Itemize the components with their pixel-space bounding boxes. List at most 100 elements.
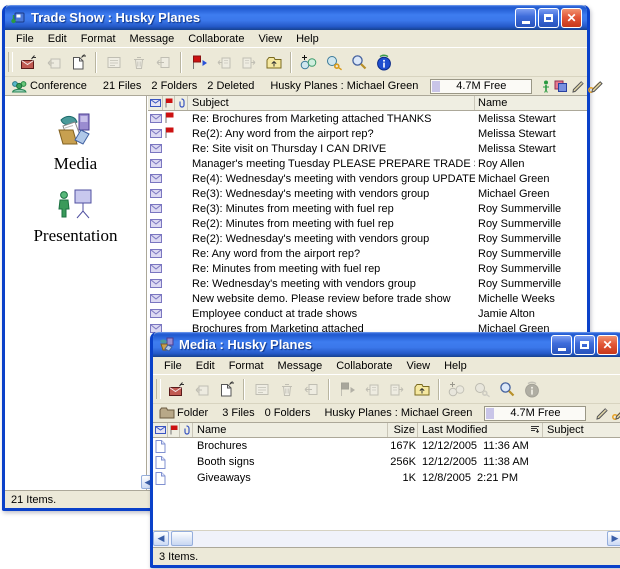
file-row[interactable]: Giveaways 1K 12/8/2005 2:21 PM bbox=[153, 470, 620, 486]
unsend-icon bbox=[299, 377, 324, 401]
flag-icon[interactable] bbox=[186, 50, 211, 74]
maximize-button[interactable] bbox=[538, 8, 559, 28]
member-status-icon[interactable] bbox=[542, 80, 550, 93]
desktop: Trade Show : Husky Planes ✕ File Edit Fo… bbox=[0, 0, 620, 569]
menu-file[interactable]: File bbox=[157, 359, 189, 373]
menu-view[interactable]: View bbox=[251, 32, 289, 46]
flag-column-header[interactable] bbox=[163, 96, 175, 110]
free-space-gauge: 4.7M Free bbox=[484, 406, 586, 421]
up-folder-icon[interactable] bbox=[261, 50, 286, 74]
file-row[interactable]: Booth signs 256K 12/12/2005 11:38 AM bbox=[153, 454, 620, 470]
message-row[interactable]: Re: Brochures from Marketing attached TH… bbox=[148, 111, 587, 126]
scrollbar-track[interactable] bbox=[193, 531, 607, 547]
titlebar[interactable]: Media : Husky Planes ✕ bbox=[153, 332, 620, 357]
toolbar-grip[interactable] bbox=[8, 52, 13, 72]
toolbar-grip[interactable] bbox=[156, 379, 161, 399]
subject-column-header[interactable]: Subject bbox=[543, 423, 620, 437]
item-count-label: 3 Items. bbox=[159, 551, 198, 563]
envelope-column-header[interactable] bbox=[148, 96, 163, 110]
file-size-cell: 256K bbox=[388, 456, 418, 468]
message-row[interactable]: Re(3): Wednesday's meeting with vendors … bbox=[148, 186, 587, 201]
maximize-button[interactable] bbox=[574, 335, 595, 355]
presentation-item[interactable]: Presentation bbox=[33, 188, 117, 246]
menu-view[interactable]: View bbox=[399, 359, 437, 373]
toolbar-separator bbox=[290, 52, 292, 73]
attachment-column-header[interactable] bbox=[175, 96, 188, 110]
toolbar-separator bbox=[438, 379, 440, 400]
sender-cell: Melissa Stewart bbox=[475, 143, 587, 155]
message-row[interactable]: Employee conduct at trade shows Jamie Al… bbox=[148, 306, 587, 321]
message-row[interactable]: Re: Any word from the airport rep? Roy S… bbox=[148, 246, 587, 261]
message-row[interactable]: Re(2): Minutes from meeting with fuel re… bbox=[148, 216, 587, 231]
menu-help[interactable]: Help bbox=[437, 359, 474, 373]
toolbar-separator bbox=[328, 379, 330, 400]
media-folder-item[interactable]: Media bbox=[54, 112, 97, 174]
info-icon[interactable] bbox=[371, 50, 396, 74]
pencil-icon[interactable] bbox=[572, 80, 584, 93]
permissions-icon[interactable] bbox=[321, 50, 346, 74]
search-icon[interactable] bbox=[346, 50, 371, 74]
window-controls: ✕ bbox=[551, 335, 618, 355]
permissions-icon bbox=[469, 377, 494, 401]
message-row[interactable]: Re: Minutes from meeting with fuel rep R… bbox=[148, 261, 587, 276]
message-row[interactable]: Re(2): Wednesday's meeting with vendors … bbox=[148, 231, 587, 246]
message-row[interactable]: Re(2): Any word from the airport rep? Me… bbox=[148, 126, 587, 141]
subject-cell: Re(4): Wednesday's meeting with vendors … bbox=[188, 173, 475, 185]
up-folder-icon[interactable] bbox=[409, 377, 434, 401]
size-column-header[interactable]: Size bbox=[388, 423, 418, 437]
message-row[interactable]: Re(4): Wednesday's meeting with vendors … bbox=[148, 171, 587, 186]
presentation-label: Presentation bbox=[33, 226, 117, 246]
minimize-button[interactable] bbox=[515, 8, 536, 28]
name-column-header[interactable]: Name bbox=[193, 423, 388, 437]
menu-file[interactable]: File bbox=[9, 32, 41, 46]
menu-edit[interactable]: Edit bbox=[41, 32, 74, 46]
media-folder-label: Media bbox=[54, 154, 97, 174]
menu-collaborate[interactable]: Collaborate bbox=[181, 32, 251, 46]
menu-format[interactable]: Format bbox=[222, 359, 271, 373]
message-row[interactable]: Manager's meeting Tuesday PLEASE PREPARE… bbox=[148, 156, 587, 171]
message-row[interactable]: Re(3): Minutes from meeting with fuel re… bbox=[148, 201, 587, 216]
reply-icon bbox=[41, 50, 66, 74]
layers-icon[interactable] bbox=[554, 80, 568, 93]
close-button[interactable]: ✕ bbox=[561, 8, 582, 28]
attachment-column-header[interactable] bbox=[180, 423, 193, 437]
new-document-icon[interactable] bbox=[66, 50, 91, 74]
name-column-header[interactable]: Name bbox=[475, 96, 587, 110]
free-space-gauge: 4.7M Free bbox=[430, 79, 532, 94]
menu-help[interactable]: Help bbox=[289, 32, 326, 46]
menu-collaborate[interactable]: Collaborate bbox=[329, 359, 399, 373]
item-count-label: 21 Items. bbox=[11, 494, 56, 506]
pencil-icon[interactable] bbox=[596, 407, 608, 420]
menu-message[interactable]: Message bbox=[123, 32, 182, 46]
message-row[interactable]: Re: Site visit on Thursday I CAN DRIVE M… bbox=[148, 141, 587, 156]
titlebar[interactable]: Trade Show : Husky Planes ✕ bbox=[5, 5, 587, 30]
pencil-key-icon[interactable] bbox=[588, 80, 603, 93]
envelope-column-header[interactable] bbox=[153, 423, 168, 437]
minimize-button[interactable] bbox=[551, 335, 572, 355]
new-message-icon[interactable] bbox=[164, 377, 189, 401]
menu-format[interactable]: Format bbox=[74, 32, 123, 46]
message-row[interactable]: Re: Wednesday's meeting with vendors gro… bbox=[148, 276, 587, 291]
window-controls: ✕ bbox=[515, 8, 582, 28]
pencil-key-icon[interactable] bbox=[612, 407, 620, 420]
new-document-icon[interactable] bbox=[214, 377, 239, 401]
modified-column-header[interactable]: Last Modified bbox=[418, 423, 543, 437]
scroll-right-button[interactable]: ▶ bbox=[607, 531, 620, 546]
close-button[interactable]: ✕ bbox=[597, 335, 618, 355]
sender-cell: Michelle Weeks bbox=[475, 293, 587, 305]
flag-icon bbox=[165, 112, 174, 126]
minimize-icon bbox=[558, 348, 566, 351]
menu-message[interactable]: Message bbox=[271, 359, 330, 373]
file-row[interactable]: Brochures 167K 12/12/2005 11:36 AM bbox=[153, 438, 620, 454]
add-member-icon[interactable] bbox=[296, 50, 321, 74]
scrollbar-thumb[interactable] bbox=[171, 531, 193, 546]
scroll-left-button[interactable]: ◀ bbox=[153, 531, 169, 546]
subject-column-header[interactable]: Subject bbox=[188, 96, 475, 110]
flag-column-header[interactable] bbox=[168, 423, 180, 437]
toolbar bbox=[5, 47, 587, 76]
message-row[interactable]: New website demo. Please review before t… bbox=[148, 291, 587, 306]
conference-window-icon bbox=[10, 10, 26, 26]
new-message-icon[interactable] bbox=[16, 50, 41, 74]
search-icon[interactable] bbox=[494, 377, 519, 401]
menu-edit[interactable]: Edit bbox=[189, 359, 222, 373]
